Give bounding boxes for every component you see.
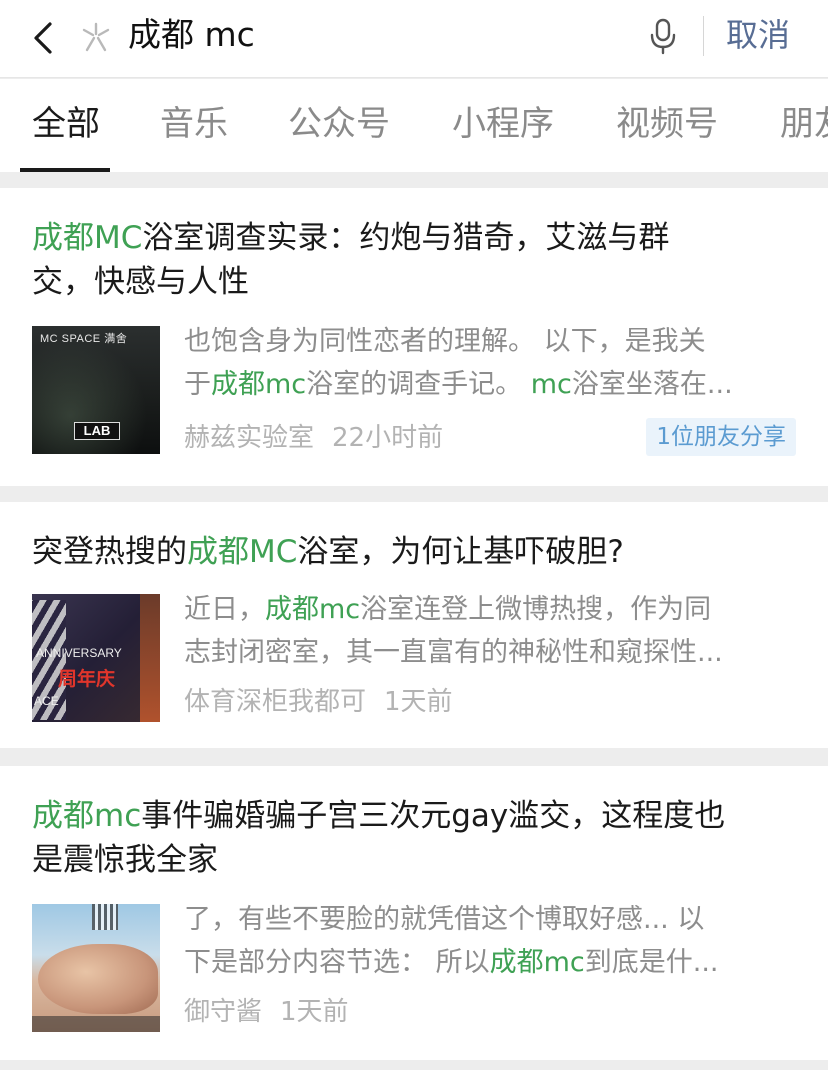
result-title[interactable]: 成都MC浴室调查实录：约炮与猎奇，艾滋与群 交，快感与人性 <box>32 216 802 304</box>
tab-channels[interactable]: 视频号 <box>616 99 718 149</box>
result-title[interactable]: 突登热搜的成都MC浴室，为何让基吓破胆? <box>32 530 802 574</box>
result-thumbnail[interactable]: ANNIVERSARY 周年庆 ACE <box>32 594 160 722</box>
result-source[interactable]: 御守酱 <box>184 997 262 1027</box>
result-meta: 体育深柜我都可 1天前 <box>184 684 453 720</box>
result-meta: 赫兹实验室 22小时前 <box>184 420 443 456</box>
result-time: 1天前 <box>280 997 349 1027</box>
result-time: 22小时前 <box>332 423 444 453</box>
thumbnail-logo: LAB <box>74 422 120 440</box>
active-tab-indicator <box>20 168 110 172</box>
result-card[interactable]: 成都MC浴室调查实录：约炮与猎奇，艾滋与群 交，快感与人性 MC SPACE 满… <box>0 188 828 486</box>
result-meta: 御守酱 1天前 <box>184 994 349 1030</box>
divider <box>703 16 704 56</box>
thumbnail-caption: ANNIVERSARY <box>36 646 122 660</box>
result-card[interactable]: 突登热搜的成都MC浴室，为何让基吓破胆? ANNIVERSARY 周年庆 ACE… <box>0 502 828 748</box>
tab-mini-programs[interactable]: 小程序 <box>452 99 554 149</box>
result-source[interactable]: 体育深柜我都可 <box>184 687 366 717</box>
result-time: 1天前 <box>384 687 453 717</box>
result-thumbnail[interactable]: MC SPACE 满舍 LAB <box>32 326 160 454</box>
result-thumbnail[interactable] <box>32 904 160 1032</box>
result-title[interactable]: 成都mc事件骗婚骗子宫三次元gay滥交，这程度也 是震惊我全家 <box>32 794 802 882</box>
tab-official-accounts[interactable]: 公众号 <box>288 99 390 149</box>
cancel-button[interactable]: 取消 <box>726 10 790 60</box>
thumbnail-anniversary-text: 周年庆 <box>58 668 116 690</box>
tab-music[interactable]: 音乐 <box>160 99 228 149</box>
thumbnail-caption-2: ACE <box>34 694 59 708</box>
friend-share-badge: 1位朋友分享 <box>646 418 796 456</box>
search-spark-icon <box>82 22 110 52</box>
category-tabs: 全部 音乐 公众号 小程序 视频号 朋友 <box>0 79 828 172</box>
result-snippet: 近日，成都mc浴室连登上微博热搜，作为同 志封闭密室，其一直富有的神秘性和窥探性… <box>184 594 723 668</box>
result-snippet: 也饱含身为同性恋者的理解。 以下，是我关 于成都mc浴室的调查手记。 mc浴室坐… <box>184 326 733 400</box>
tab-friends[interactable]: 朋友 <box>780 99 828 149</box>
thumbnail-caption: MC SPACE 满舍 <box>40 333 128 345</box>
result-card[interactable]: 成都mc事件骗婚骗子宫三次元gay滥交，这程度也 是震惊我全家 了，有些不要脸的… <box>0 766 828 1060</box>
microphone-icon[interactable] <box>648 16 678 56</box>
search-bar: 成都 mc 取消 <box>0 0 828 78</box>
tab-all[interactable]: 全部 <box>32 99 100 149</box>
result-snippet: 了，有些不要脸的就凭借这个博取好感... 以 下是部分内容节选： 所以成都mc到… <box>184 904 719 978</box>
result-source[interactable]: 赫兹实验室 <box>184 423 314 453</box>
back-chevron-icon[interactable] <box>28 18 60 58</box>
search-input[interactable]: 成都 mc <box>128 10 255 60</box>
